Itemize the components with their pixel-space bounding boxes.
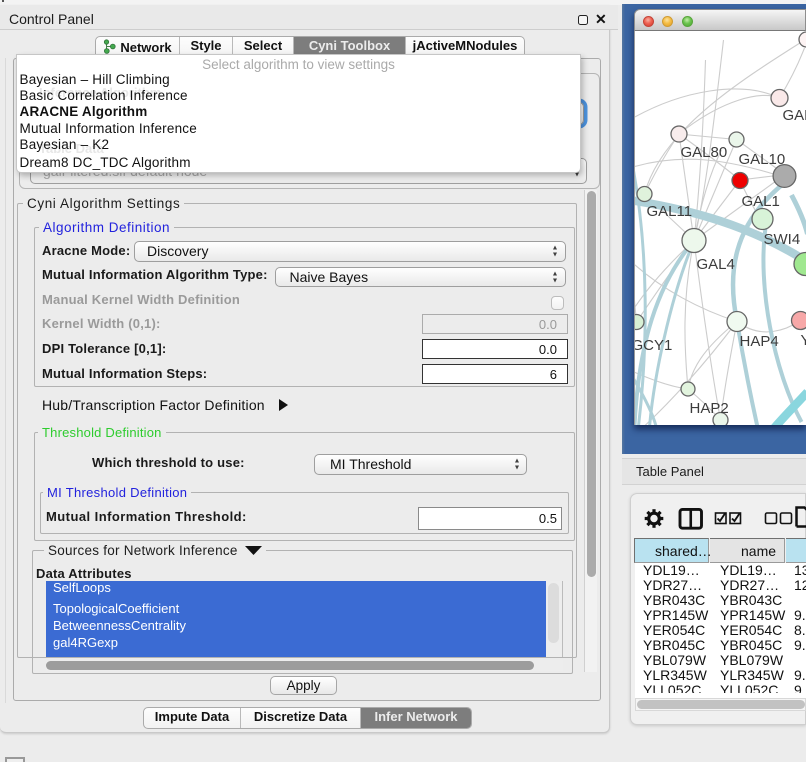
svg-text:GAL10: GAL10 xyxy=(738,151,785,168)
svg-text:GCY1: GCY1 xyxy=(635,337,672,354)
svg-text:Y: Y xyxy=(800,332,806,349)
svg-text:GAL2: GAL2 xyxy=(782,107,806,124)
svg-text:GAL11: GAL11 xyxy=(646,203,692,220)
svg-text:GAL80: GAL80 xyxy=(680,144,727,161)
svg-text:HAP2: HAP2 xyxy=(689,400,728,417)
svg-text:GAL1: GAL1 xyxy=(741,193,779,210)
svg-text:HAP4: HAP4 xyxy=(739,333,778,350)
svg-text:GAL4: GAL4 xyxy=(696,256,734,273)
svg-text:SWI4: SWI4 xyxy=(763,231,800,248)
